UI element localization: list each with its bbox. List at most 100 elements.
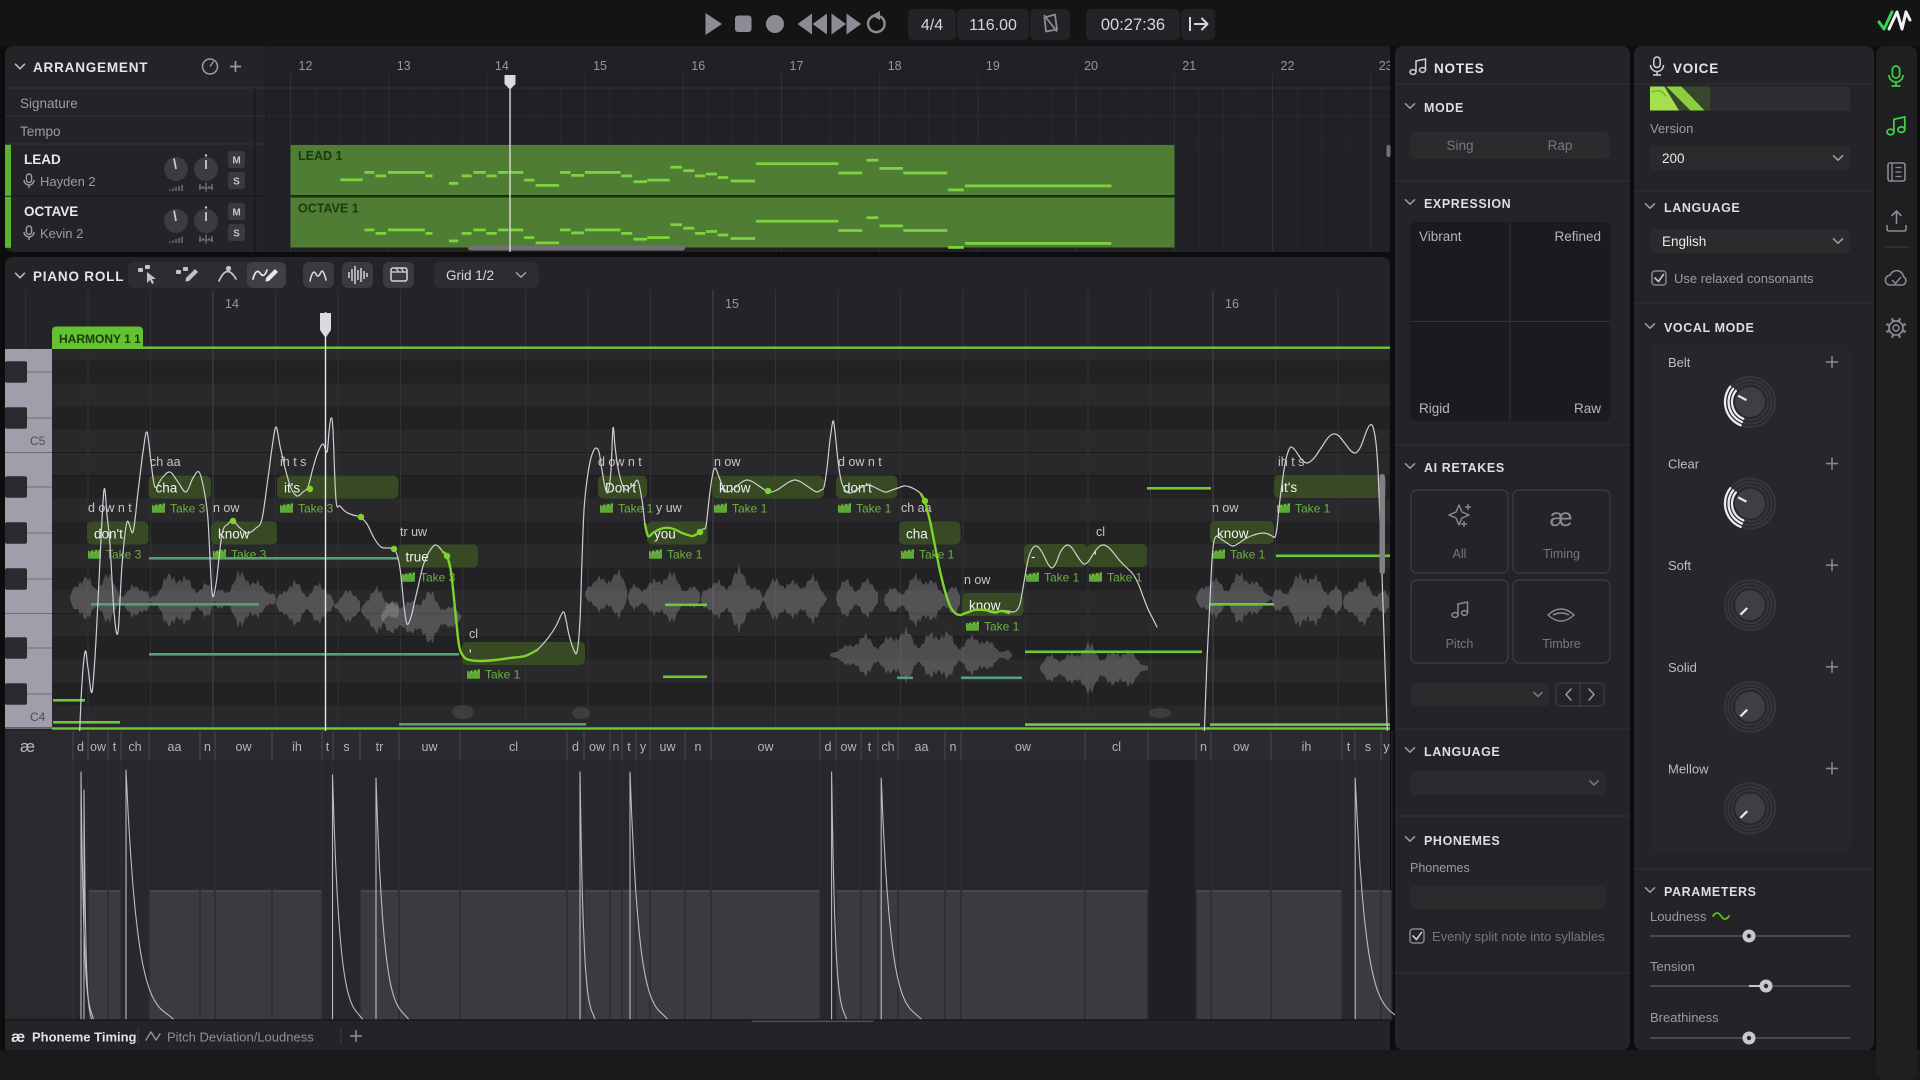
svg-text:Hayden 2: Hayden 2 [40,174,96,189]
svg-text:English: English [1662,234,1706,249]
svg-text:cl: cl [1112,740,1121,754]
svg-text:cl: cl [509,740,518,754]
svg-text:Phonemes: Phonemes [1410,861,1470,875]
svg-text:s: s [1365,740,1371,754]
svg-text:20: 20 [1084,59,1098,73]
svg-text:16: 16 [691,59,705,73]
svg-text:n ow: n ow [964,573,991,587]
svg-text:M: M [232,208,240,219]
svg-text:ch aa: ch aa [150,455,181,469]
svg-text:Take 1: Take 1 [1295,502,1331,516]
svg-text:n: n [204,740,211,754]
svg-text:t: t [1347,740,1351,754]
svg-text:MODE: MODE [1424,101,1464,115]
svg-text:16: 16 [1225,297,1239,311]
svg-text:ch: ch [881,740,894,754]
svg-text:Timbre: Timbre [1542,637,1580,651]
svg-text:ow: ow [758,740,775,754]
svg-text:Tempo: Tempo [20,124,61,139]
svg-text:t: t [326,740,330,754]
svg-text:Timing: Timing [1543,547,1580,561]
svg-text:æ: æ [1549,502,1572,532]
svg-text:n: n [1200,740,1207,754]
svg-text:C5: C5 [30,434,46,448]
svg-text:ch: ch [128,740,141,754]
svg-text:C4: C4 [30,710,46,724]
svg-text:it's: it's [1281,480,1297,495]
svg-text:Pitch Deviation/Loudness: Pitch Deviation/Loudness [167,1030,314,1045]
svg-text:y: y [1383,740,1390,754]
svg-text:tr: tr [376,740,384,754]
svg-text:Take 1: Take 1 [485,668,521,682]
svg-text:15: 15 [593,59,607,73]
svg-text:uw: uw [422,740,439,754]
svg-text:Use relaxed consonants: Use relaxed consonants [1674,271,1814,286]
svg-text:d ow n t: d ow n t [88,501,132,515]
svg-text:s: s [343,740,349,754]
svg-text:VOCAL MODE: VOCAL MODE [1664,321,1755,335]
svg-text:cl: cl [1096,525,1105,539]
svg-text:PARAMETERS: PARAMETERS [1664,885,1757,899]
svg-text:Take 3: Take 3 [231,548,267,562]
svg-text:Rap: Rap [1548,138,1573,153]
svg-text:aa: aa [168,740,182,754]
svg-text:d: d [825,740,832,754]
svg-text:Raw: Raw [1574,401,1601,416]
svg-text:HARMONY 1 1: HARMONY 1 1 [59,332,141,346]
svg-text:12: 12 [299,59,313,73]
svg-text:21: 21 [1182,59,1196,73]
svg-text:Soft: Soft [1668,558,1692,573]
svg-text:19: 19 [986,59,1000,73]
svg-text:LEAD 1: LEAD 1 [298,149,343,163]
svg-text:-: - [1031,549,1036,564]
svg-text:00:27:36: 00:27:36 [1101,16,1165,34]
svg-text:PHONEMES: PHONEMES [1424,834,1500,848]
svg-text:200: 200 [1662,151,1685,166]
svg-text:uw: uw [660,740,677,754]
svg-text:n: n [950,740,957,754]
svg-text:ow: ow [236,740,253,754]
svg-text:PIANO ROLL: PIANO ROLL [33,269,124,284]
svg-text:Phoneme Timing: Phoneme Timing [32,1030,137,1045]
svg-text:ARRANGEMENT: ARRANGEMENT [33,60,148,75]
svg-text:ow: ow [841,740,858,754]
svg-text:Take 1: Take 1 [1230,548,1266,562]
svg-text:Solid: Solid [1668,660,1697,675]
svg-text:Version: Version [1650,121,1693,136]
svg-text:y: y [640,740,647,754]
svg-text:Clear: Clear [1668,457,1700,472]
svg-text:Rigid: Rigid [1419,401,1450,416]
svg-text:n ow: n ow [213,501,240,515]
svg-text:ih: ih [292,740,302,754]
svg-text:LANGUAGE: LANGUAGE [1424,745,1500,759]
svg-text:All: All [1453,547,1467,561]
svg-text:ow: ow [90,740,107,754]
svg-text:t: t [868,740,872,754]
svg-text:4/4: 4/4 [921,17,943,34]
svg-text:Mellow: Mellow [1668,761,1709,776]
svg-text:S: S [233,229,240,240]
svg-text:Belt: Belt [1668,355,1691,370]
svg-text:LEAD: LEAD [24,152,61,167]
svg-text:LANGUAGE: LANGUAGE [1664,201,1740,215]
svg-text:14: 14 [225,297,239,311]
svg-text:Tension: Tension [1650,959,1695,974]
svg-text:Take 1: Take 1 [732,502,768,516]
svg-text:Vibrant: Vibrant [1419,229,1462,244]
svg-text:y uw: y uw [656,501,683,515]
svg-text:VOICE: VOICE [1673,61,1719,76]
svg-text:Take 1: Take 1 [667,548,703,562]
svg-text:aa: aa [915,740,929,754]
svg-text:Take 3: Take 3 [170,502,206,516]
svg-text:AI RETAKES: AI RETAKES [1424,461,1505,475]
svg-text:t: t [627,740,631,754]
svg-text:it's: it's [284,481,300,496]
svg-text:Refined: Refined [1554,229,1601,244]
svg-text:don't: don't [843,481,872,496]
svg-text:Breathiness: Breathiness [1650,1010,1719,1025]
svg-text:17: 17 [790,59,804,73]
svg-text:know: know [1217,526,1249,541]
svg-text:cl: cl [469,627,478,641]
svg-text:ow: ow [1233,740,1250,754]
svg-text:15: 15 [725,297,739,311]
